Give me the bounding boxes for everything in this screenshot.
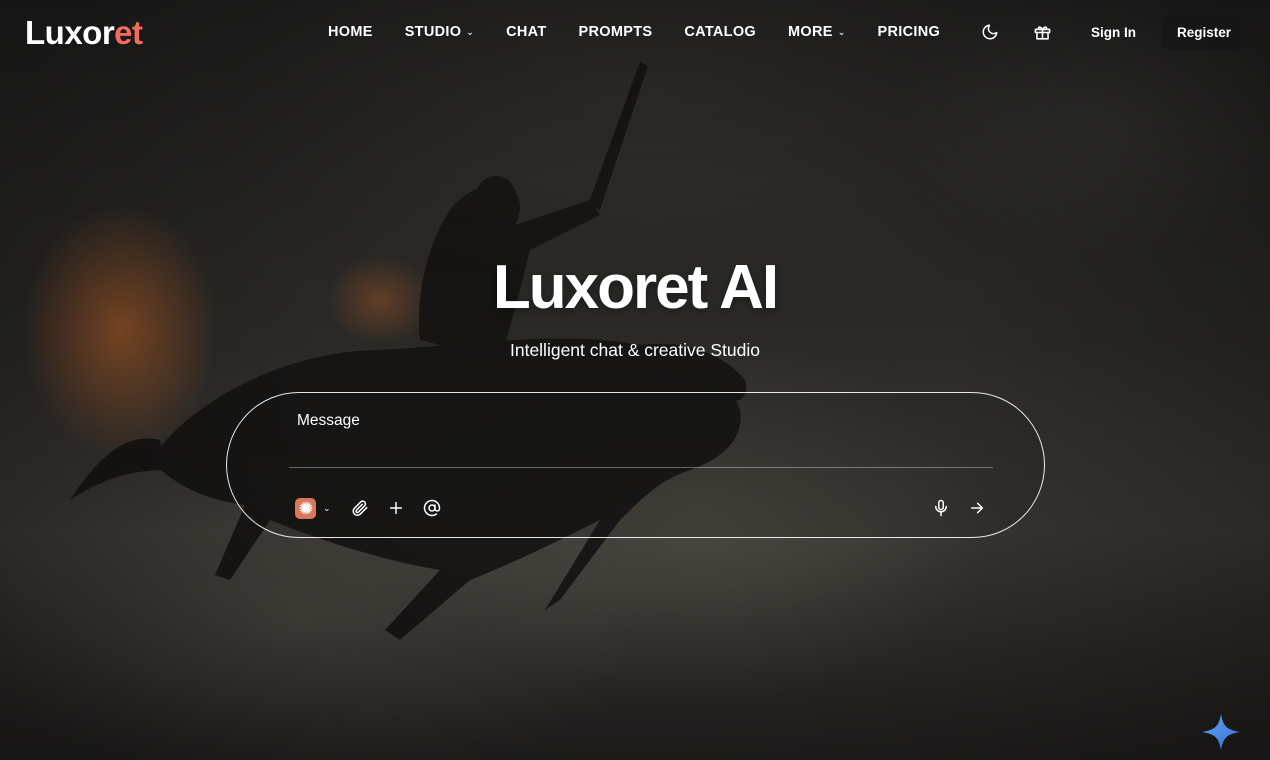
chevron-down-icon: ⌄ bbox=[323, 502, 331, 513]
nav-chat-label: CHAT bbox=[506, 24, 547, 40]
hero-title: Luxoret AI bbox=[492, 253, 779, 322]
header-icons bbox=[970, 14, 1074, 50]
nav-catalog[interactable]: CATALOG bbox=[668, 24, 772, 40]
logo-accent-text: et bbox=[114, 13, 143, 51]
nav-prompts-label: PROMPTS bbox=[578, 24, 653, 40]
hero-subtitle: Intelligent chat & creative Studio bbox=[509, 340, 760, 360]
nav-home-label: HOME bbox=[328, 24, 373, 40]
logo[interactable]: Luxoret bbox=[25, 16, 143, 49]
main-nav: HOME STUDIO ⌄ CHAT PROMPTS CATALOG MORE ⌄ … bbox=[312, 0, 956, 64]
nav-more[interactable]: MORE ⌄ bbox=[772, 24, 862, 40]
nav-studio-label: STUDIO bbox=[404, 24, 462, 40]
nav-studio[interactable]: STUDIO ⌄ bbox=[389, 24, 490, 40]
nav-catalog-label: CATALOG bbox=[684, 24, 756, 40]
gift-icon[interactable] bbox=[1022, 14, 1062, 50]
composer-left-tools: ⌄ bbox=[295, 497, 457, 519]
sign-in-button[interactable]: Sign In bbox=[1077, 14, 1150, 50]
sparkle-icon[interactable] bbox=[1200, 712, 1242, 752]
message-input[interactable] bbox=[297, 410, 987, 432]
plus-icon[interactable] bbox=[385, 497, 407, 519]
chat-composer: ⌄ bbox=[226, 392, 1045, 538]
moon-icon[interactable] bbox=[970, 14, 1010, 50]
vignette-overlay bbox=[0, 0, 1270, 760]
composer-divider bbox=[289, 467, 993, 468]
microphone-icon[interactable] bbox=[930, 497, 952, 519]
logo-main-text: Luxor bbox=[25, 13, 115, 51]
at-sign-icon[interactable] bbox=[421, 497, 443, 519]
nav-pricing[interactable]: PRICING bbox=[862, 24, 957, 40]
nav-prompts[interactable]: PROMPTS bbox=[563, 24, 669, 40]
model-logo-icon bbox=[295, 497, 316, 519]
hero-background bbox=[0, 0, 1270, 760]
model-selector[interactable]: ⌄ bbox=[295, 497, 331, 519]
nav-pricing-label: PRICING bbox=[877, 24, 941, 40]
paperclip-icon[interactable] bbox=[349, 497, 371, 519]
composer-right-tools bbox=[916, 497, 988, 519]
site-header: Luxoret HOME STUDIO ⌄ CHAT PROMPTS CATALO… bbox=[0, 0, 1270, 64]
send-arrow-icon[interactable] bbox=[966, 497, 988, 519]
register-button[interactable]: Register bbox=[1161, 14, 1247, 50]
nav-home[interactable]: HOME bbox=[312, 24, 389, 40]
chevron-down-icon: ⌄ bbox=[837, 26, 846, 37]
nav-chat[interactable]: CHAT bbox=[490, 24, 562, 40]
chevron-down-icon: ⌄ bbox=[466, 26, 475, 37]
nav-more-label: MORE bbox=[788, 24, 833, 40]
